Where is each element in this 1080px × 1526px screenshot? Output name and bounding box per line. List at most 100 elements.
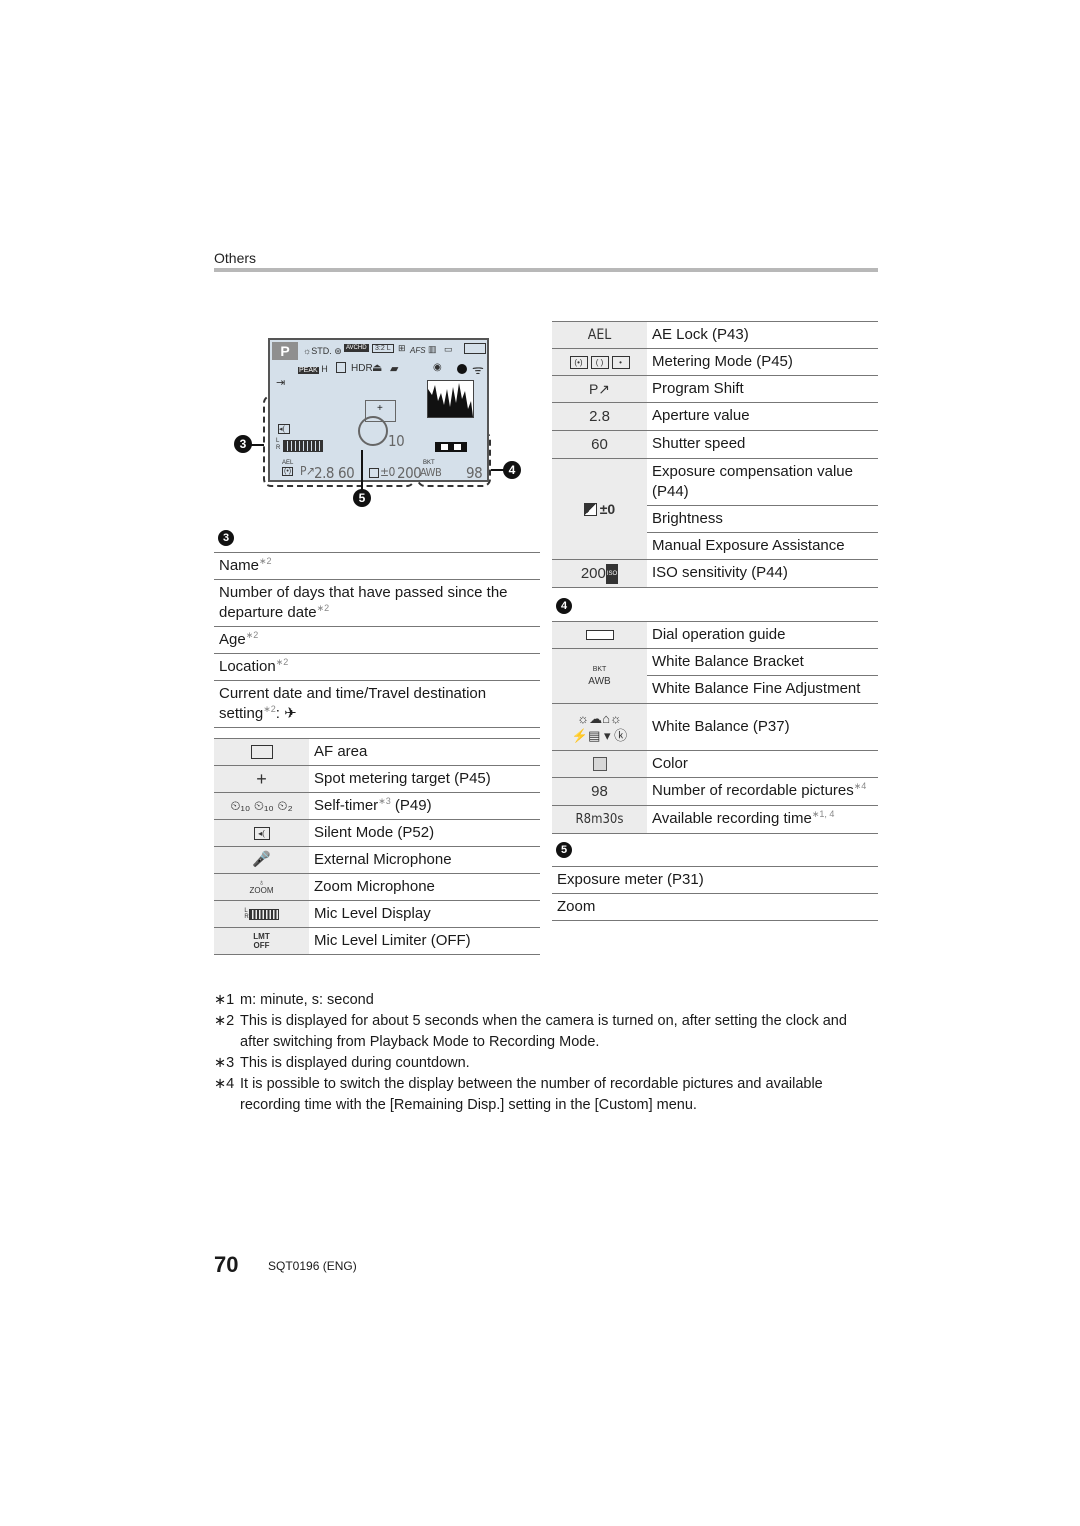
exposure-comp-indicator: ±0 xyxy=(380,465,395,479)
recording-mode-icon: P xyxy=(272,342,298,360)
remaining-pictures-symbol: 98 xyxy=(552,778,647,805)
footnotes: ∗1 m: minute, s: second ∗2 This is display… xyxy=(214,990,878,1116)
af-mode-icon: ▥ xyxy=(428,344,437,354)
self-timer-value: 10 xyxy=(388,432,405,450)
peaking-icon: PEAK H xyxy=(298,364,328,374)
histogram xyxy=(427,380,474,418)
recording-state-icon xyxy=(457,364,467,374)
table-row: (•) ( ) • Metering Mode (P45) xyxy=(552,349,878,376)
footnote: ∗3 This is displayed during countdown. xyxy=(214,1055,470,1071)
table-row: 60 Shutter speed xyxy=(552,431,878,459)
table-row: Age∗2 xyxy=(214,627,540,654)
table-row: 🎤 External Microphone xyxy=(214,847,540,874)
section-5-badge: 5 xyxy=(556,842,572,858)
program-shift-icon: P↗ xyxy=(552,376,647,402)
af-area-icon xyxy=(250,745,273,759)
table-row: ±0 Exposure compensation value (P44) Bri… xyxy=(552,459,878,560)
remaining-indicator: 98 xyxy=(466,464,483,482)
self-timer-icon: ⏲₁₀ ⏲₁₀ ⏲₂ xyxy=(214,793,309,819)
exposure-comp-icon xyxy=(369,468,379,478)
footnote: ∗4 It is possible to switch the display b… xyxy=(214,1076,823,1113)
document-code: SQT0196 (ENG) xyxy=(268,1259,357,1273)
self-timer-indicator xyxy=(358,416,388,446)
color-square-icon xyxy=(592,757,607,771)
mic-level-bars xyxy=(283,440,323,452)
aperture-symbol: 2.8 xyxy=(552,403,647,430)
avchd-icon: AVCHD xyxy=(344,344,369,352)
metering-mode-icon: (•) ( ) • xyxy=(552,349,647,375)
callout-3-line xyxy=(250,444,264,446)
table-row: BKT AWB White Balance Bracket White Balan… xyxy=(552,649,878,704)
wifi-icon: ᯤ xyxy=(472,362,484,377)
section-header: Others xyxy=(214,250,257,266)
silent-mode-icon: ◂( xyxy=(253,826,270,840)
right-table: AEL AE Lock (P43) (•) ( ) • Metering Mod… xyxy=(552,321,878,588)
aspect-ratio-icon: 3:2 L xyxy=(372,344,394,353)
table-row: Name∗2 xyxy=(214,553,540,580)
card-icon: ▭ xyxy=(444,344,453,354)
table-row: AF area xyxy=(214,739,540,766)
hdr-icon: HDR xyxy=(351,363,373,374)
callout-4: 4 xyxy=(503,461,521,479)
zoom-mic-icon: ♁ ZOOM xyxy=(214,874,309,900)
camera-lcd-illustration: P ☼STD. ⊛ AVCHD 3:2 L ⊞ AFS ▥ ▭ PEAK H H… xyxy=(268,338,489,482)
section-3-table: Name∗2 Number of days that have passed s… xyxy=(214,552,540,728)
table-row: P↗ Program Shift xyxy=(552,376,878,403)
shutter-indicator: 60 xyxy=(338,464,355,482)
white-balance-icons: ☼☁⌂☼ ⚡▤ ▾ ⓚ xyxy=(552,704,647,750)
mic-limiter-icon: LMT OFF xyxy=(214,928,309,954)
footnote: ∗1 m: minute, s: second xyxy=(214,992,374,1008)
recording-time-symbol: R8m30s xyxy=(552,806,647,833)
footnote: ∗2 This is displayed for about 5 seconds … xyxy=(214,1013,847,1050)
awb-bracket-icon: BKT AWB xyxy=(552,649,647,703)
program-shift-indicator: P↗ xyxy=(300,464,315,478)
callout-5-line xyxy=(361,450,363,490)
iso-symbol: 200 ISO xyxy=(552,560,647,587)
awb-indicator: AWB xyxy=(420,466,442,479)
dial-guide-icon xyxy=(552,622,647,648)
dial-operation-guide xyxy=(435,442,467,452)
header-rule xyxy=(214,268,878,272)
focus-mode-icon: AFS xyxy=(410,346,426,355)
section-4-table: Dial operation guide BKT AWB White Balanc… xyxy=(552,621,878,834)
table-row: Dial operation guide xyxy=(552,622,878,649)
table-row: LMT OFF Mic Level Limiter (OFF) xyxy=(214,928,540,955)
table-row: + Spot metering target (P45) xyxy=(214,766,540,793)
ae-lock-symbol: AEL xyxy=(552,322,647,348)
table-row: 98 Number of recordable pictures∗4 xyxy=(552,778,878,806)
photo-style-icon: ☼STD. ⊛ xyxy=(303,346,342,356)
card-access-icon: ⇥ xyxy=(276,377,286,389)
mic-level-display: LR xyxy=(276,438,281,451)
table-row: AEL AE Lock (P43) xyxy=(552,322,878,349)
table-row: 2.8 Aperture value xyxy=(552,403,878,431)
quality-icon: ⊞ xyxy=(398,343,406,353)
callout-5: 5 xyxy=(353,489,371,507)
page-number: 70 xyxy=(214,1252,239,1277)
section-4-badge: 4 xyxy=(556,598,572,614)
table-row: Current date and time/Travel destination… xyxy=(214,681,540,728)
table-row: LR Mic Level Display xyxy=(214,901,540,928)
aperture-indicator: 2.8 xyxy=(314,464,334,482)
silent-mode-icon: ◂( xyxy=(278,424,290,434)
callout-3: 3 xyxy=(234,435,252,453)
mic-level-icon: LR xyxy=(214,901,309,927)
table-row: ♁ ZOOM Zoom Microphone xyxy=(214,874,540,901)
table-row: Exposure meter (P31) xyxy=(552,867,878,894)
electronic-shutter-icon: ▰ xyxy=(390,363,399,375)
shutter-symbol: 60 xyxy=(552,431,647,458)
highlight-shadow-icon xyxy=(336,362,346,373)
table-row: ⏲₁₀ ⏲₁₀ ⏲₂ Self-timer∗3 (P49) xyxy=(214,793,540,820)
table-row: 200 ISO ISO sensitivity (P44) xyxy=(552,560,878,588)
iso-indicator: 200 xyxy=(397,464,422,482)
table-row: Location∗2 xyxy=(214,654,540,681)
table-row: R8m30s Available recording time∗1, 4 xyxy=(552,806,878,834)
external-mic-icon: 🎤 xyxy=(214,847,309,873)
metering-mode-indicator: (•) xyxy=(282,467,294,476)
section-3-badge: 3 xyxy=(218,530,234,546)
exposure-comp-icon: ±0 xyxy=(552,459,647,559)
table-row: Number of days that have passed since th… xyxy=(214,580,540,627)
stabilizer-icon: ◉ xyxy=(433,362,442,373)
battery-icon xyxy=(464,343,486,354)
table-row: Zoom xyxy=(552,894,878,921)
table-row: ◂( Silent Mode (P52) xyxy=(214,820,540,847)
